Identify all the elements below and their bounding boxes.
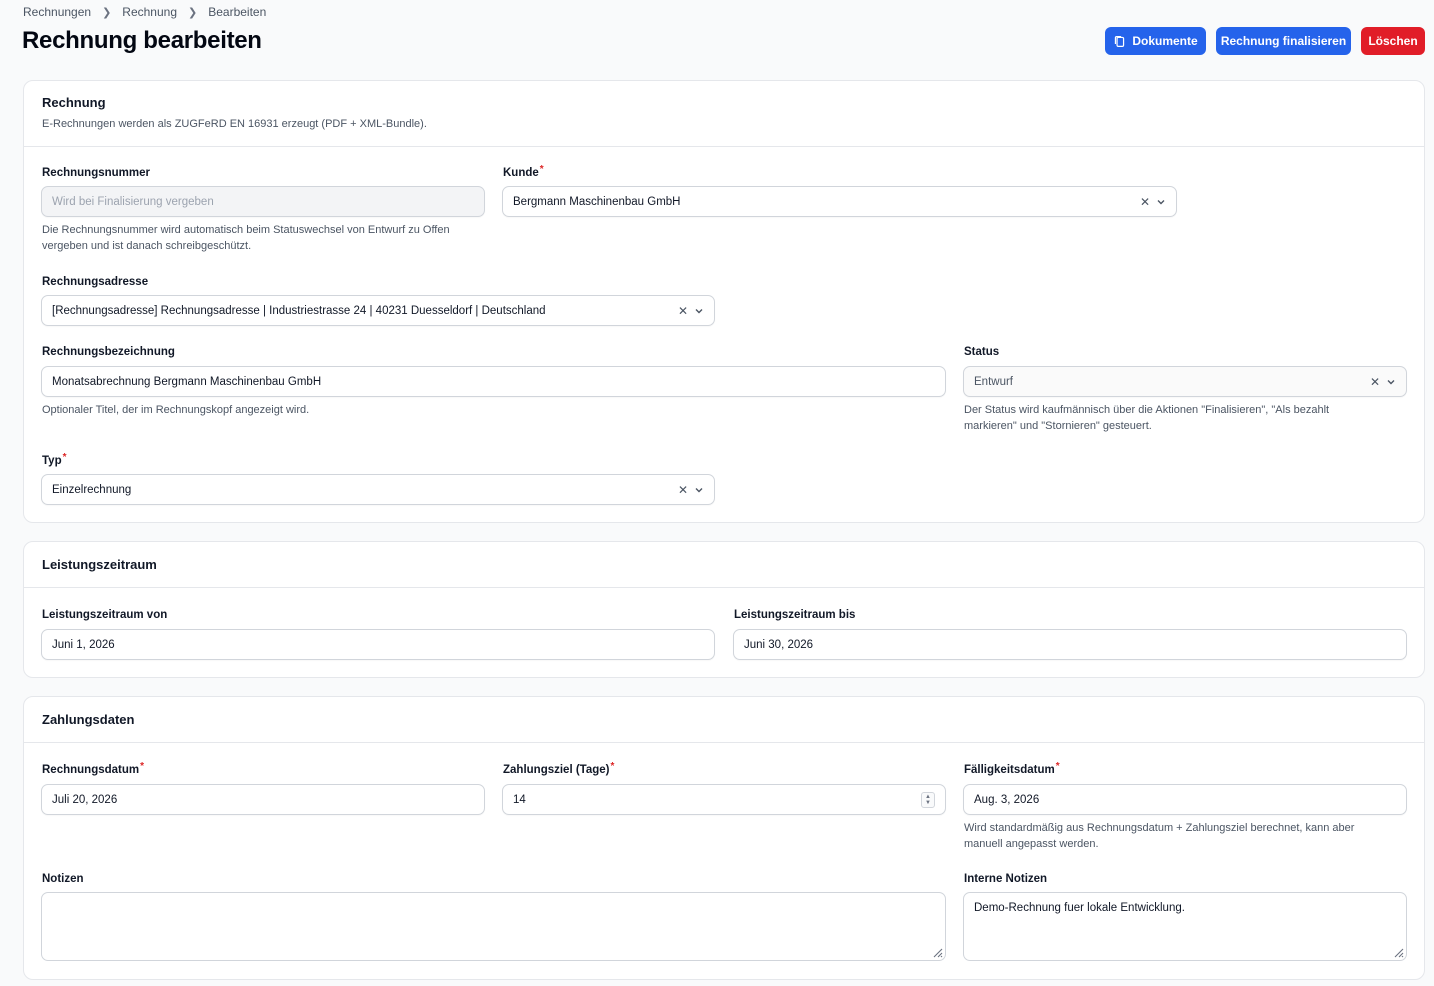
internal-notes-label: Interne Notizen	[964, 873, 1048, 885]
due-date-help: Wird standardmäßig aus Rechnungsdatum + …	[964, 820, 1424, 852]
breadcrumb-item-invoices[interactable]: Rechnungen	[23, 5, 91, 19]
breadcrumb-item-edit: Bearbeiten	[208, 5, 267, 19]
required-marker: *	[1055, 761, 1060, 772]
period-to-input[interactable]: Juni 30, 2026	[733, 629, 1407, 660]
chevron-right-icon: ❯	[188, 6, 198, 19]
type-value: Einzelrechnung	[52, 483, 132, 496]
notes-textarea[interactable]	[41, 892, 946, 961]
invoice-date-label: Rechnungsdatum*	[42, 761, 145, 777]
due-date-help-line: Wird standardmäßig aus Rechnungsdatum + …	[964, 822, 1355, 834]
service-period-header: Leistungszeitraum	[24, 542, 1424, 588]
period-to-value: Juni 30, 2026	[744, 638, 814, 651]
clear-icon[interactable]: ✕	[678, 304, 688, 318]
page-title: Rechnung bearbeiten	[22, 27, 262, 54]
invoice-section-title: Rechnung	[42, 95, 106, 110]
clear-icon[interactable]: ✕	[1140, 195, 1150, 209]
type-select[interactable]: Einzelrechnung ✕	[41, 474, 715, 505]
invoice-date-input[interactable]: Juli 20, 2026	[41, 784, 485, 815]
chevron-down-icon[interactable]	[1156, 197, 1166, 207]
invoice-number-help: Die Rechnungsnummer wird automatisch bei…	[42, 222, 502, 254]
due-date-input[interactable]: Aug. 3, 2026	[963, 784, 1407, 815]
status-value: Entwurf	[974, 375, 1013, 388]
due-date-help-line: manuell angepasst werden.	[964, 838, 1099, 850]
resize-grip-icon[interactable]	[1392, 946, 1404, 958]
status-help: Der Status wird kaufmännisch über die Ak…	[964, 402, 1424, 434]
status-help-line: markieren" und "Stornieren" gesteuert.	[964, 420, 1152, 432]
chevron-down-icon[interactable]	[694, 485, 704, 495]
payment-section-title: Zahlungsdaten	[42, 712, 135, 727]
invoice-date-label-text: Rechnungsdatum	[42, 764, 140, 776]
customer-value: Bergmann Maschinenbau GmbH	[513, 195, 681, 208]
chevron-down-icon	[1386, 377, 1396, 387]
invoice-section-header: Rechnung E-Rechnungen werden als ZUGFeRD…	[24, 81, 1424, 147]
customer-select[interactable]: Bergmann Maschinenbau GmbH ✕	[502, 186, 1177, 217]
chevron-right-icon: ❯	[102, 6, 112, 19]
documents-button-label: Dokumente	[1132, 34, 1198, 48]
period-to-label: Leistungszeitraum bis	[734, 609, 856, 621]
payment-terms-input[interactable]: 14 ▲ ▼	[502, 784, 946, 815]
required-marker: *	[62, 452, 67, 463]
status-label: Status	[964, 346, 1000, 358]
breadcrumb: Rechnungen ❯ Rechnung ❯ Bearbeiten	[23, 5, 266, 19]
chevron-down-icon[interactable]	[694, 306, 704, 316]
status-help-line: Der Status wird kaufmännisch über die Ak…	[964, 404, 1330, 416]
period-from-label: Leistungszeitraum von	[42, 609, 168, 621]
customer-label-text: Kunde	[503, 167, 539, 179]
documents-button[interactable]: Dokumente	[1105, 27, 1206, 55]
invoice-number-input: Wird bei Finalisierung vergeben	[41, 186, 485, 217]
invoice-number-help-line: Die Rechnungsnummer wird automatisch bei…	[42, 224, 450, 236]
period-from-value: Juni 1, 2026	[52, 638, 115, 651]
invoice-number-placeholder: Wird bei Finalisierung vergeben	[52, 195, 214, 208]
invoice-date-value: Juli 20, 2026	[52, 793, 118, 806]
invoice-designation-label: Rechnungsbezeichnung	[42, 346, 175, 358]
delete-button[interactable]: Löschen	[1361, 27, 1425, 55]
due-date-label-text: Fälligkeitsdatum	[964, 764, 1055, 776]
payment-section-header: Zahlungsdaten	[24, 697, 1424, 743]
clear-icon: ✕	[1369, 374, 1380, 389]
required-marker: *	[140, 761, 145, 772]
invoice-section-subtitle: E-Rechnungen werden als ZUGFeRD EN 16931…	[42, 118, 427, 130]
due-date-value: Aug. 3, 2026	[974, 793, 1040, 806]
due-date-label: Fälligkeitsdatum*	[964, 761, 1060, 777]
type-label-text: Typ	[42, 455, 62, 467]
invoice-number-label: Rechnungsnummer	[42, 167, 150, 179]
payment-terms-label: Zahlungsziel (Tage)*	[503, 761, 615, 777]
documents-icon	[1115, 35, 1125, 47]
billing-address-label: Rechnungsadresse	[42, 276, 149, 288]
type-label: Typ*	[42, 452, 67, 468]
billing-address-value: [Rechnungsadresse] Rechnungsadresse | In…	[52, 304, 546, 317]
service-period-title: Leistungszeitraum	[42, 557, 157, 572]
invoice-designation-value: Monatsabrechnung Bergmann Maschinenbau G…	[52, 375, 322, 388]
resize-grip-icon[interactable]	[931, 946, 943, 958]
finalize-invoice-button[interactable]: Rechnung finalisieren	[1216, 27, 1351, 55]
invoice-designation-input[interactable]: Monatsabrechnung Bergmann Maschinenbau G…	[41, 366, 946, 397]
billing-address-select[interactable]: [Rechnungsadresse] Rechnungsadresse | In…	[41, 295, 715, 326]
number-stepper-icon[interactable]: ▲ ▼	[921, 791, 935, 808]
internal-notes-value: Demo-Rechnung fuer lokale Entwicklung.	[974, 902, 1185, 914]
invoice-designation-help: Optionaler Titel, der im Rechnungskopf a…	[42, 404, 310, 416]
clear-icon[interactable]: ✕	[678, 483, 688, 497]
payment-terms-label-text: Zahlungsziel (Tage)	[503, 764, 610, 776]
period-from-input[interactable]: Juni 1, 2026	[41, 629, 715, 660]
invoice-number-help-line: vergeben und ist danach schreibgeschützt…	[42, 240, 252, 252]
customer-label: Kunde*	[503, 164, 544, 180]
required-marker: *	[610, 761, 615, 772]
required-marker: *	[539, 164, 544, 175]
internal-notes-textarea[interactable]: Demo-Rechnung fuer lokale Entwicklung.	[963, 892, 1407, 961]
status-select: Entwurf ✕	[963, 366, 1407, 397]
breadcrumb-item-invoice[interactable]: Rechnung	[122, 5, 177, 19]
notes-label: Notizen	[42, 873, 84, 885]
payment-terms-value: 14	[513, 793, 526, 806]
